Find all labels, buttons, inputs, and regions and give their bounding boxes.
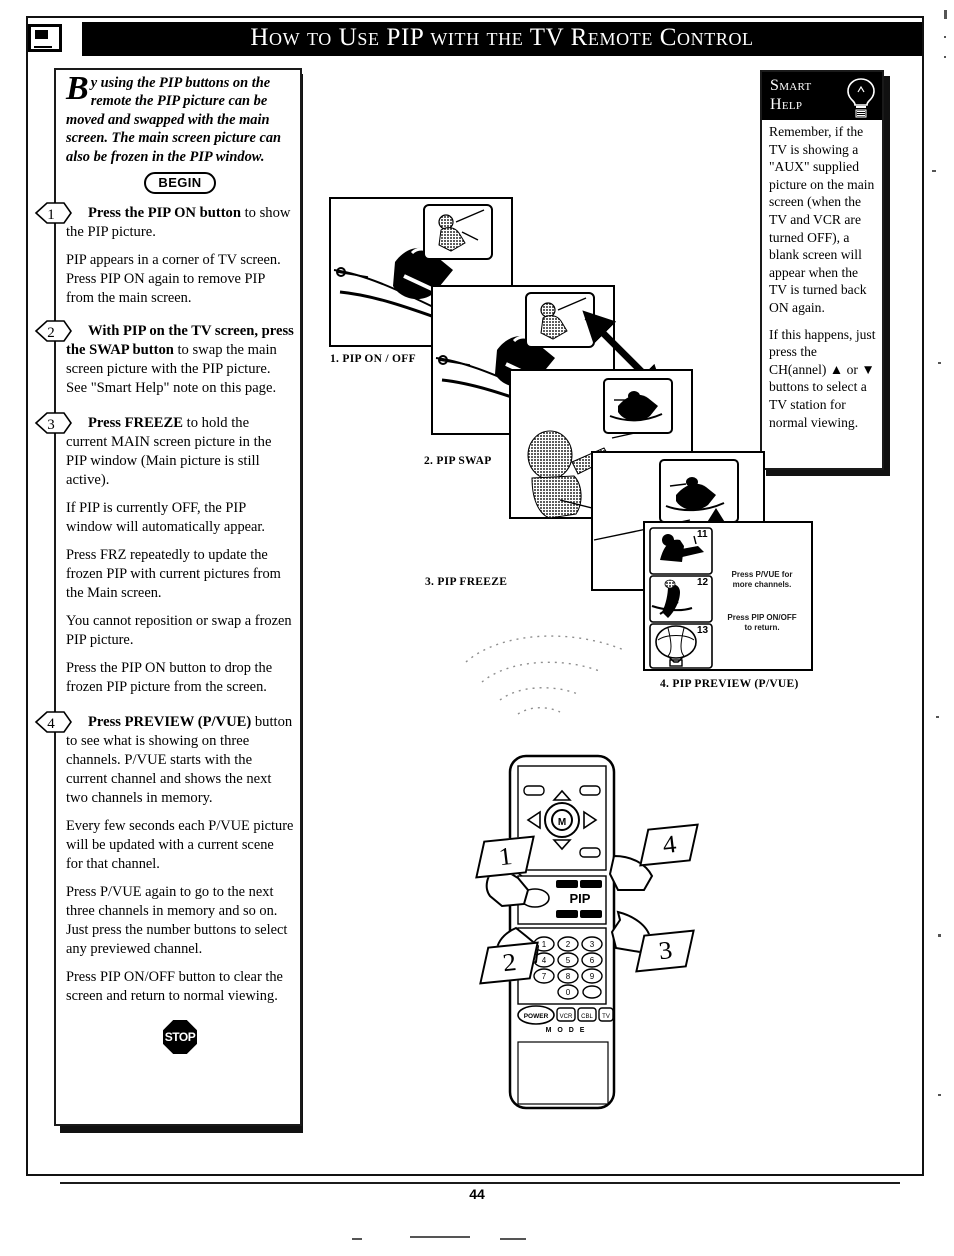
scan-artifact [352,1238,362,1240]
smart-help-shadow-right [884,76,890,476]
callout-2: 2 [479,941,539,985]
fig-pip-swap-label: 2. PIP SWAP [424,455,492,467]
preview-channel-13: 13 [697,625,709,636]
step-4-heading-bold: Press PREVIEW (P/VUE) [88,714,252,731]
step-4-para-3: Press PIP ON/OFF button to clear the scr… [66,969,283,1005]
preview-osd-line-1: Press P/VUE for more channels. [731,570,793,589]
stop-badge-wrap: STOP [66,1020,294,1055]
callout-3: 3 [635,929,695,973]
page-number: 44 [469,1186,485,1202]
step-2-heading: With PIP on the TV screen, press the SWA… [66,322,294,398]
svg-text:1: 1 [47,207,55,223]
begin-badge-wrap: BEGIN [66,172,294,195]
step-2-marker: 2 [34,320,72,342]
callout-1-label: 1 [496,841,514,872]
step-3-heading-bold: Press FREEZE [88,415,184,432]
left-column-shadow-bottom [60,1126,303,1133]
begin-badge: BEGIN [144,172,216,195]
scan-artifact [938,1094,941,1096]
step-2: 2 With PIP on the TV screen, press the S… [34,320,294,398]
step-1-marker: 1 [34,202,72,224]
svg-text:2: 2 [47,325,55,341]
fig-pip-preview-label: 4. PIP PREVIEW (P/VUE) [660,678,799,690]
page-title: How to Use PIP with the TV Remote Contro… [250,24,754,51]
lightbulb-icon [844,76,878,124]
step-3-marker: 3 [34,412,72,434]
scan-artifact [944,36,946,38]
preview-channel-11: 11 [697,529,708,540]
smart-help-header: Smart Help [762,72,882,120]
stop-badge: STOP [163,1020,197,1055]
scan-artifact [938,934,941,937]
smart-help-para-2: If this happens, just press the CH(annel… [769,326,876,430]
step-3-para-3: You cannot reposition or swap a frozen P… [66,613,292,649]
fig-pip-onoff-label: 1. PIP ON / OFF [330,353,416,365]
step-3-para-4: Press the PIP ON button to drop the froz… [66,660,273,696]
scan-artifact [944,56,946,58]
scan-artifact [500,1238,526,1240]
tv-pip-icon [26,22,70,56]
step-4-para-2: Press P/VUE again to go to the next thre… [66,884,288,958]
preview-osd-line-2: Press PIP ON/OFF to return. [727,613,797,632]
step-4-para-1: Every few seconds each P/VUE picture wil… [66,818,294,873]
intro-text: y using the PIP buttons on the remote th… [66,75,282,165]
intro-paragraph: By using the PIP buttons on the remote t… [66,70,294,166]
intro-dropcap: B [66,70,89,107]
step-1: 1 Press the PIP ON button to show the PI… [34,202,294,242]
callout-4-label: 4 [660,829,678,860]
step-3-para-2: Press FRZ repeatedly to update the froze… [66,547,281,602]
page-header-banner: How to Use PIP with the TV Remote Contro… [82,22,922,56]
step-3: 3 Press FREEZE to hold the current MAIN … [34,412,294,490]
step-1-para-1: PIP appears in a corner of TV screen. Pr… [66,252,281,307]
scan-artifact [936,716,939,718]
manual-page: How to Use PIP with the TV Remote Contro… [0,0,954,1256]
smart-help-para-1: Remember, if the TV is showing a "AUX" s… [769,124,875,315]
step-3-heading: Press FREEZE to hold the current MAIN sc… [66,414,294,490]
callout-2-label: 2 [500,947,518,978]
scan-artifact [938,362,941,364]
smart-help-panel: Smart Help Remember, if the TV is showin… [760,70,884,470]
step-1-heading: Press the PIP ON button to show the PIP … [66,204,294,242]
scan-artifact [932,170,936,172]
step-4: 4 Press PREVIEW (P/VUE) button to see wh… [34,711,294,808]
callout-4: 4 [639,823,699,867]
svg-text:4: 4 [47,716,55,732]
svg-text:3: 3 [47,417,55,433]
callout-3-label: 3 [656,935,674,966]
callout-1: 1 [475,835,535,879]
instructions-content: By using the PIP buttons on the remote t… [34,70,294,1055]
step-4-heading: Press PREVIEW (P/VUE) button to see what… [66,713,294,808]
step-3-para-1: If PIP is currently OFF, the PIP window … [66,500,266,536]
step-4-marker: 4 [34,711,72,733]
scan-artifact [944,10,947,19]
fig-pip-freeze-label: 3. PIP FREEZE [425,576,508,588]
smart-help-body: Remember, if the TV is showing a "AUX" s… [762,120,882,444]
scan-artifact [410,1236,470,1238]
preview-channel-12: 12 [697,577,709,588]
smart-help-shadow-bottom [766,470,884,476]
footer-rule [60,1182,900,1184]
step-1-heading-bold: Press the PIP ON button [88,205,241,222]
